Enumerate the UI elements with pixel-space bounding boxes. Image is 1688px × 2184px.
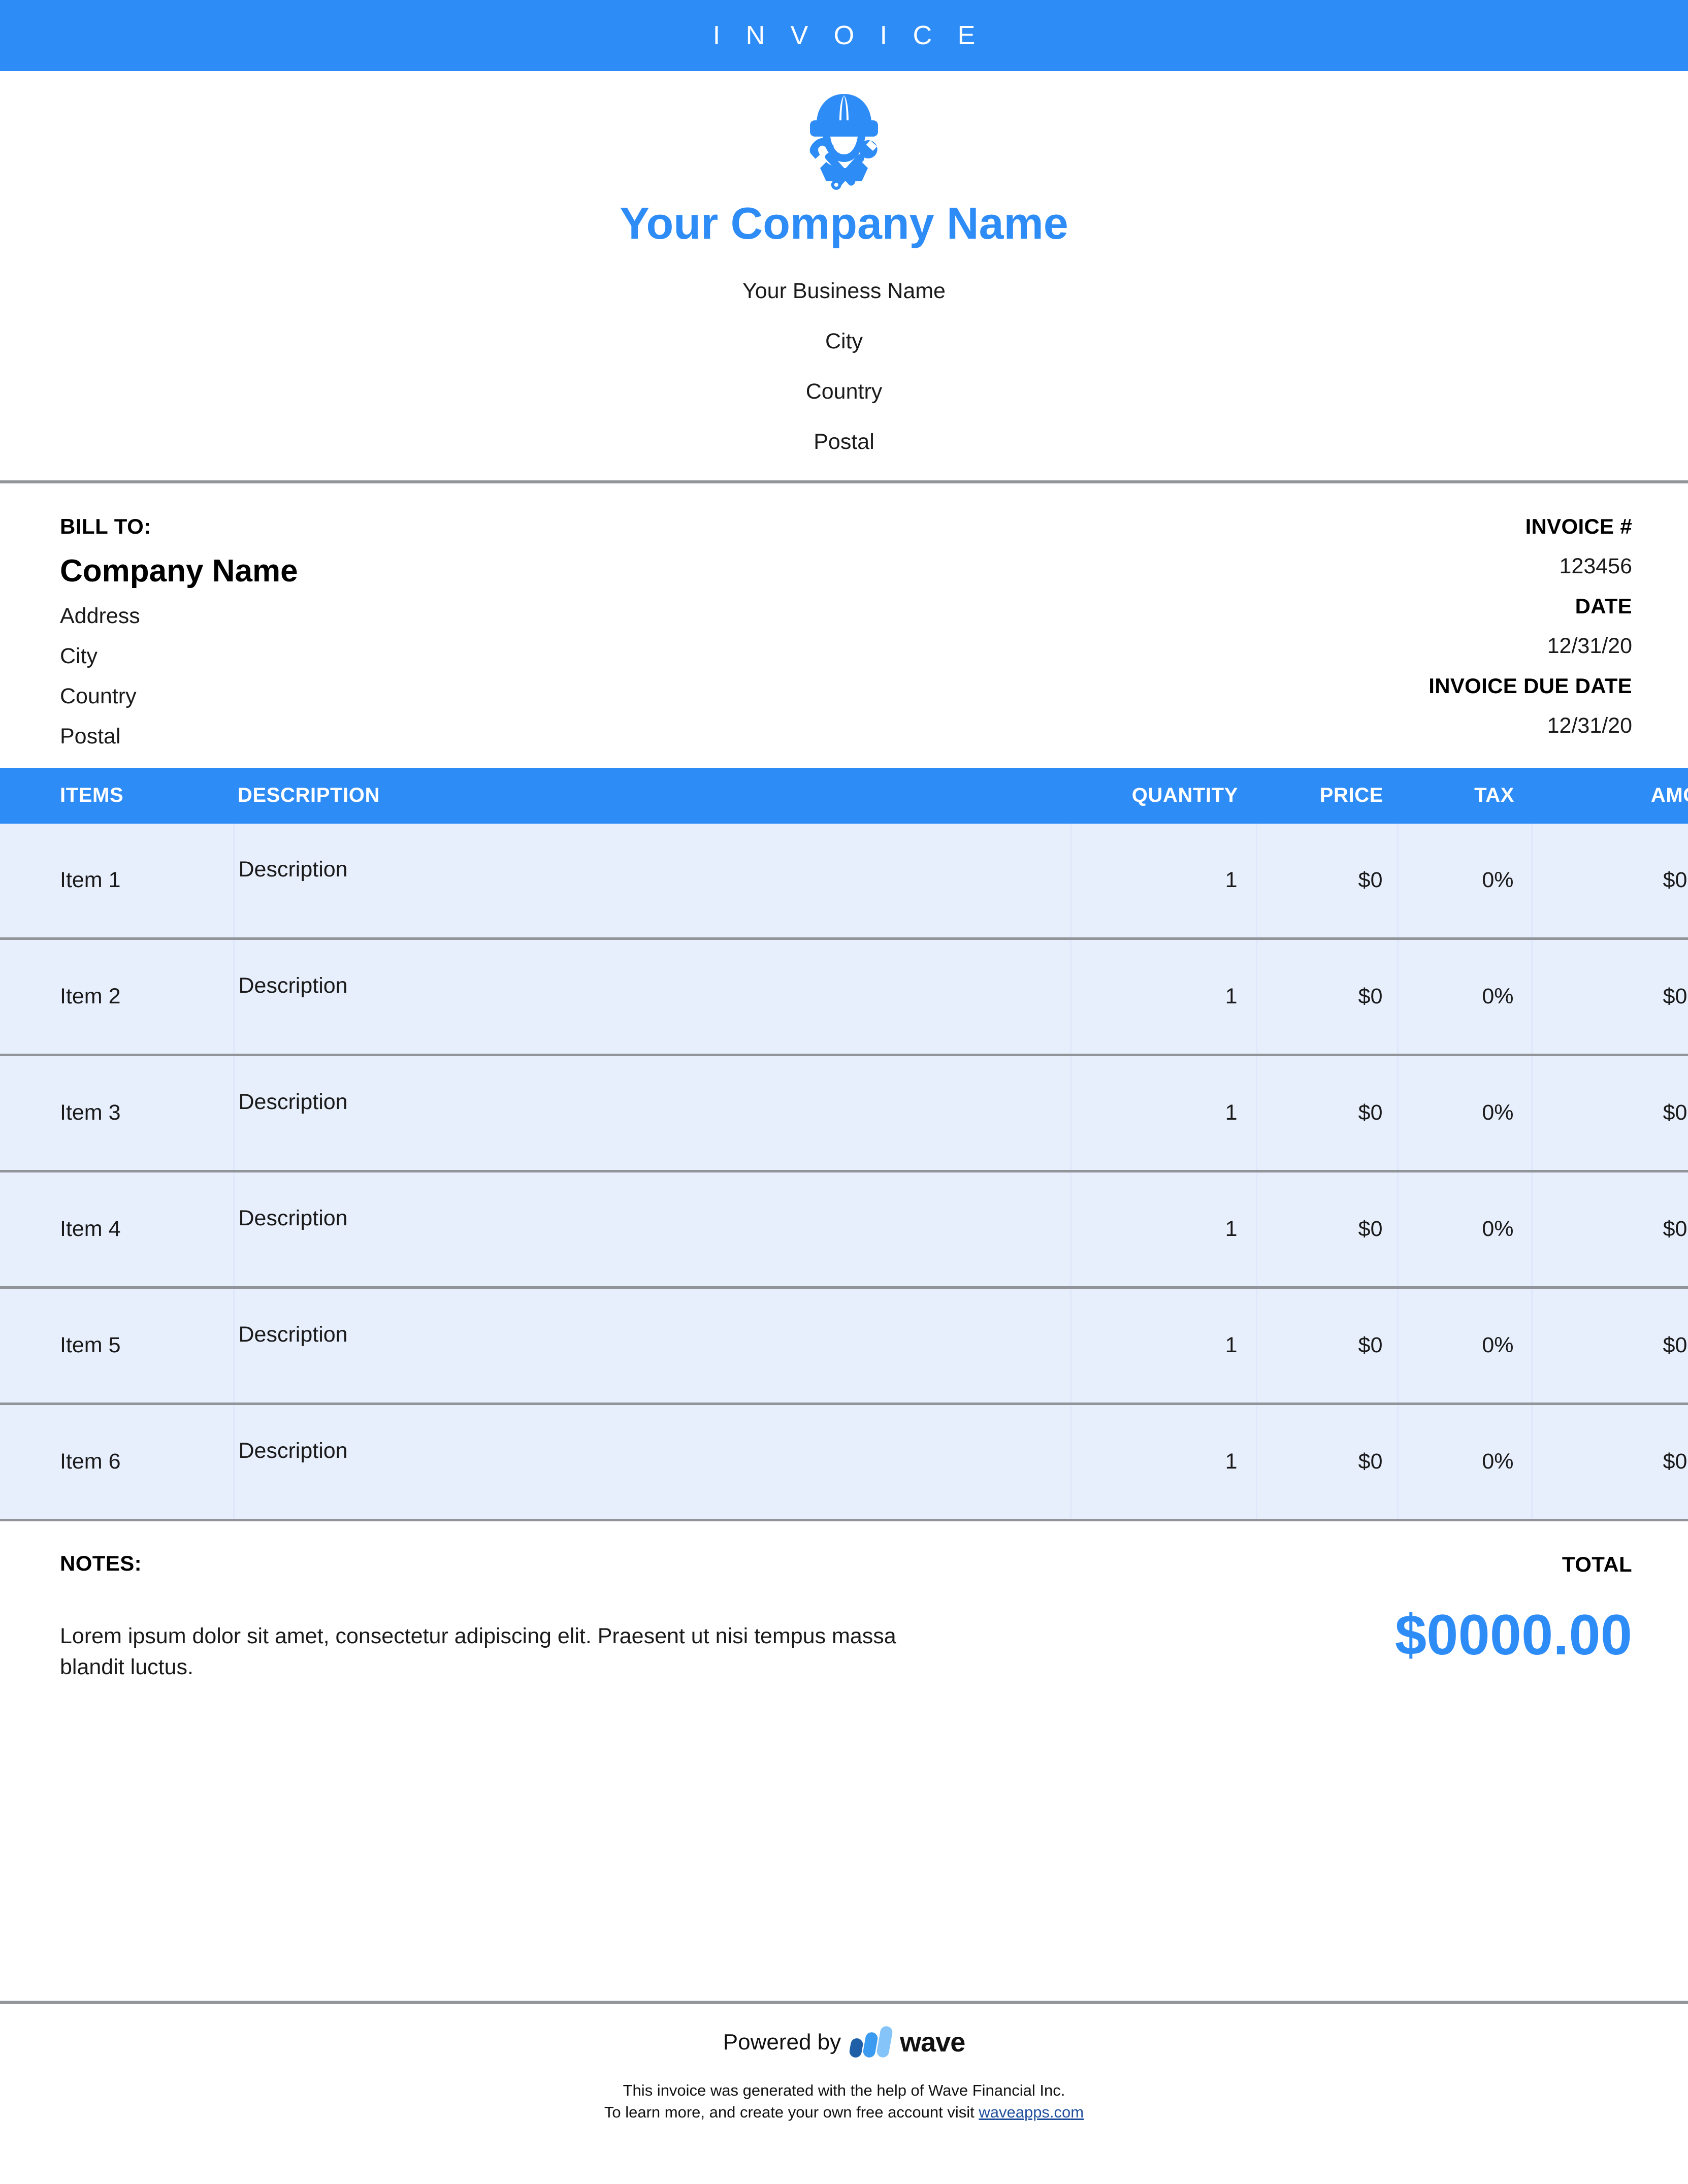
notes-block: NOTES: Lorem ipsum dolor sit amet, conse… [60, 1551, 923, 1683]
powered-by-wave: Powered by wave [0, 2026, 1688, 2059]
company-logo [0, 88, 1688, 192]
cell-amount: $000.00 [1531, 1171, 1688, 1289]
total-value: $0000.00 [1394, 1603, 1632, 1667]
footer-disclaimer: This invoice was generated with the help… [0, 2080, 1688, 2124]
cell-item: Item 2 [0, 938, 234, 1056]
wave-logo: wave [849, 2026, 965, 2059]
cell-description: Description [233, 1404, 1070, 1521]
invoice-meta-block: INVOICE # 123456 DATE 12/31/20 INVOICE D… [1429, 514, 1633, 747]
cell-tax: 0% [1397, 1287, 1532, 1405]
column-header-amount: AMOUNT [1532, 767, 1688, 824]
invoice-number-label: INVOICE # [1525, 514, 1632, 538]
company-business-name: Your Business Name [742, 278, 946, 303]
invoice-due-date-value: 12/31/20 [1547, 713, 1632, 738]
table-row: Item 2Description1$00%$000.00 [0, 938, 1688, 1056]
invoice-due-date-label: INVOICE DUE DATE [1429, 673, 1632, 698]
cell-item: Item 6 [0, 1404, 234, 1521]
table-row: Item 6Description1$00%$000.00 [0, 1404, 1688, 1521]
cell-amount: $000.00 [1531, 1404, 1688, 1521]
bill-to-postal: Postal [60, 724, 121, 748]
table-header-row: ITEMS DESCRIPTION QUANTITY PRICE TAX AMO… [0, 767, 1688, 824]
column-header-tax: TAX [1398, 767, 1532, 824]
cell-description: Description [233, 938, 1070, 1056]
cell-price: $0 [1255, 1055, 1398, 1172]
construction-worker-hardhat-tools-icon [809, 94, 878, 190]
footer-divider-wrap [0, 2001, 1688, 2004]
cell-description: Description [233, 1287, 1070, 1405]
cell-amount: $000.00 [1531, 1055, 1688, 1172]
invoice-banner: I N V O I C E [0, 0, 1688, 71]
table-row: Item 3Description1$00%$000.00 [0, 1055, 1688, 1172]
cell-description: Description [233, 1055, 1070, 1172]
column-header-quantity: QUANTITY [1070, 767, 1256, 824]
table-row: Item 1Description1$00%$000.00 [0, 823, 1688, 940]
bill-to-label: BILL TO: [60, 514, 151, 538]
invoice-number-value: 123456 [1559, 553, 1633, 578]
table-row: Item 4Description1$00%$000.00 [0, 1171, 1688, 1289]
cell-description: Description [233, 1171, 1070, 1289]
company-city: City [825, 329, 863, 353]
banner-title: I N V O I C E [712, 21, 985, 50]
page-footer: Powered by wave This invoice was generat… [0, 2026, 1688, 2124]
cell-tax: 0% [1397, 938, 1532, 1056]
footer-disclaimer-line1: This invoice was generated with the help… [623, 2081, 1065, 2099]
total-label: TOTAL [1562, 1552, 1632, 1576]
cell-quantity: 1 [1069, 1055, 1256, 1172]
footer-disclaimer-line2: To learn more, and create your own free … [0, 2102, 1688, 2124]
cell-price: $0 [1255, 938, 1398, 1056]
cell-item: Item 1 [0, 823, 234, 940]
notes-label: NOTES: [60, 1551, 142, 1575]
cell-quantity: 1 [1069, 1171, 1256, 1289]
cell-amount: $000.00 [1531, 938, 1688, 1056]
cell-quantity: 1 [1069, 1287, 1256, 1405]
bill-to-city: City [60, 643, 98, 668]
line-items-header: ITEMS DESCRIPTION QUANTITY PRICE TAX AMO… [0, 767, 1688, 824]
cell-tax: 0% [1397, 1055, 1532, 1172]
cell-quantity: 1 [1069, 1404, 1256, 1521]
line-items-table: ITEMS DESCRIPTION QUANTITY PRICE TAX AMO… [0, 767, 1688, 1521]
cell-tax: 0% [1397, 1404, 1532, 1521]
invoice-page: I N V O I C E Your Company Name Your Bus… [0, 0, 1688, 2184]
cell-description: Description [233, 823, 1070, 940]
cell-tax: 0% [1397, 823, 1532, 940]
total-block: TOTAL $0000.00 [1395, 1553, 1632, 1683]
cell-amount: $000.00 [1531, 1287, 1688, 1405]
cell-price: $0 [1255, 823, 1398, 940]
column-header-items: ITEMS [0, 767, 234, 824]
bill-to-block: BILL TO: Company Name Address City Count… [60, 514, 298, 748]
cell-tax: 0% [1397, 1171, 1532, 1289]
cell-price: $0 [1255, 1171, 1398, 1289]
bill-to-and-meta: BILL TO: Company Name Address City Count… [0, 483, 1688, 768]
cell-amount: $000.00 [1531, 823, 1688, 940]
cell-item: Item 5 [0, 1287, 234, 1405]
company-name: Your Company Name [620, 198, 1068, 248]
invoice-date-label: DATE [1575, 594, 1632, 618]
column-header-price: PRICE [1256, 767, 1398, 824]
notes-body: Lorem ipsum dolor sit amet, consectetur … [60, 1623, 896, 1679]
company-country: Country [805, 379, 883, 404]
invoice-date-value: 12/31/20 [1547, 633, 1632, 658]
wave-wordmark: wave [900, 2027, 965, 2058]
cell-price: $0 [1255, 1287, 1398, 1405]
line-items-body: Item 1Description1$00%$000.00Item 2Descr… [0, 823, 1688, 1521]
waveapps-link[interactable]: waveapps.com [979, 2103, 1084, 2121]
footer-divider [0, 2001, 1688, 2004]
bill-to-company: Company Name [60, 553, 298, 589]
company-postal: Postal [814, 429, 874, 454]
bill-to-country: Country [60, 683, 137, 708]
notes-and-total: NOTES: Lorem ipsum dolor sit amet, conse… [0, 1521, 1688, 1683]
bill-to-address: Address [60, 603, 140, 628]
column-header-description: DESCRIPTION [234, 767, 1070, 824]
cell-price: $0 [1255, 1404, 1398, 1521]
cell-quantity: 1 [1069, 938, 1256, 1056]
cell-quantity: 1 [1069, 823, 1256, 940]
powered-by-label: Powered by [723, 2030, 841, 2055]
footer-disclaimer-line2-prefix: To learn more, and create your own free … [604, 2103, 979, 2121]
company-header: Your Company Name Your Business Name Cit… [0, 71, 1688, 480]
cell-item: Item 3 [0, 1055, 234, 1172]
cell-item: Item 4 [0, 1171, 234, 1289]
wave-bars-icon [849, 2026, 893, 2058]
table-row: Item 5Description1$00%$000.00 [0, 1287, 1688, 1405]
